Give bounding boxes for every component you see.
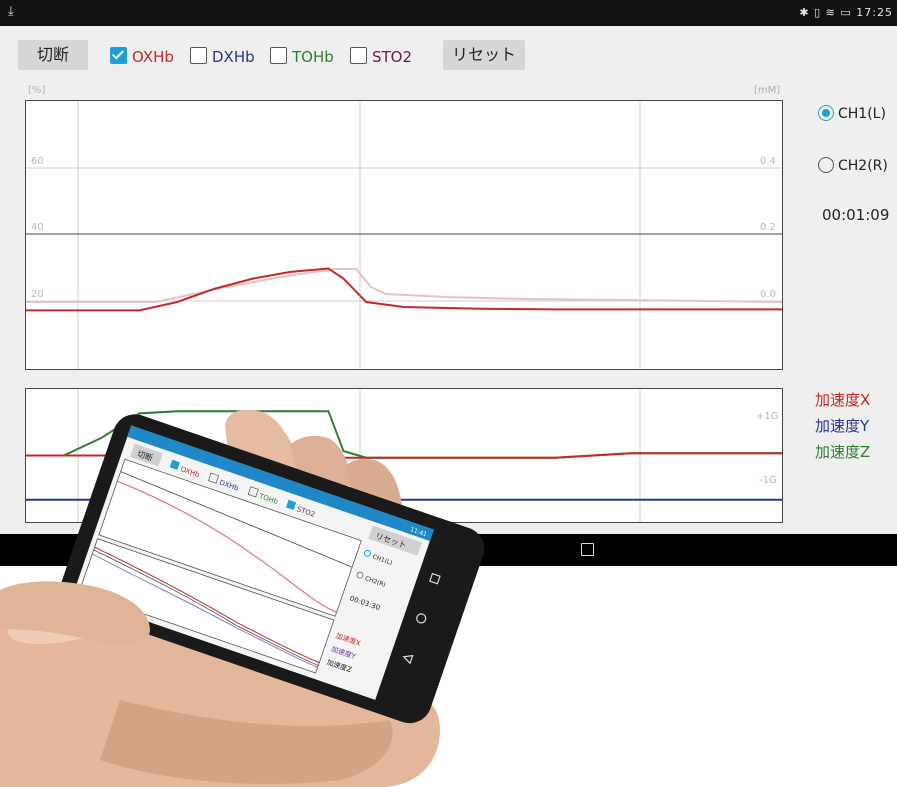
hand-holding-phone-photo: 11:41 切断 OXHb DXHb TOHb STO2 リセット CH1(L)… [0, 409, 485, 787]
